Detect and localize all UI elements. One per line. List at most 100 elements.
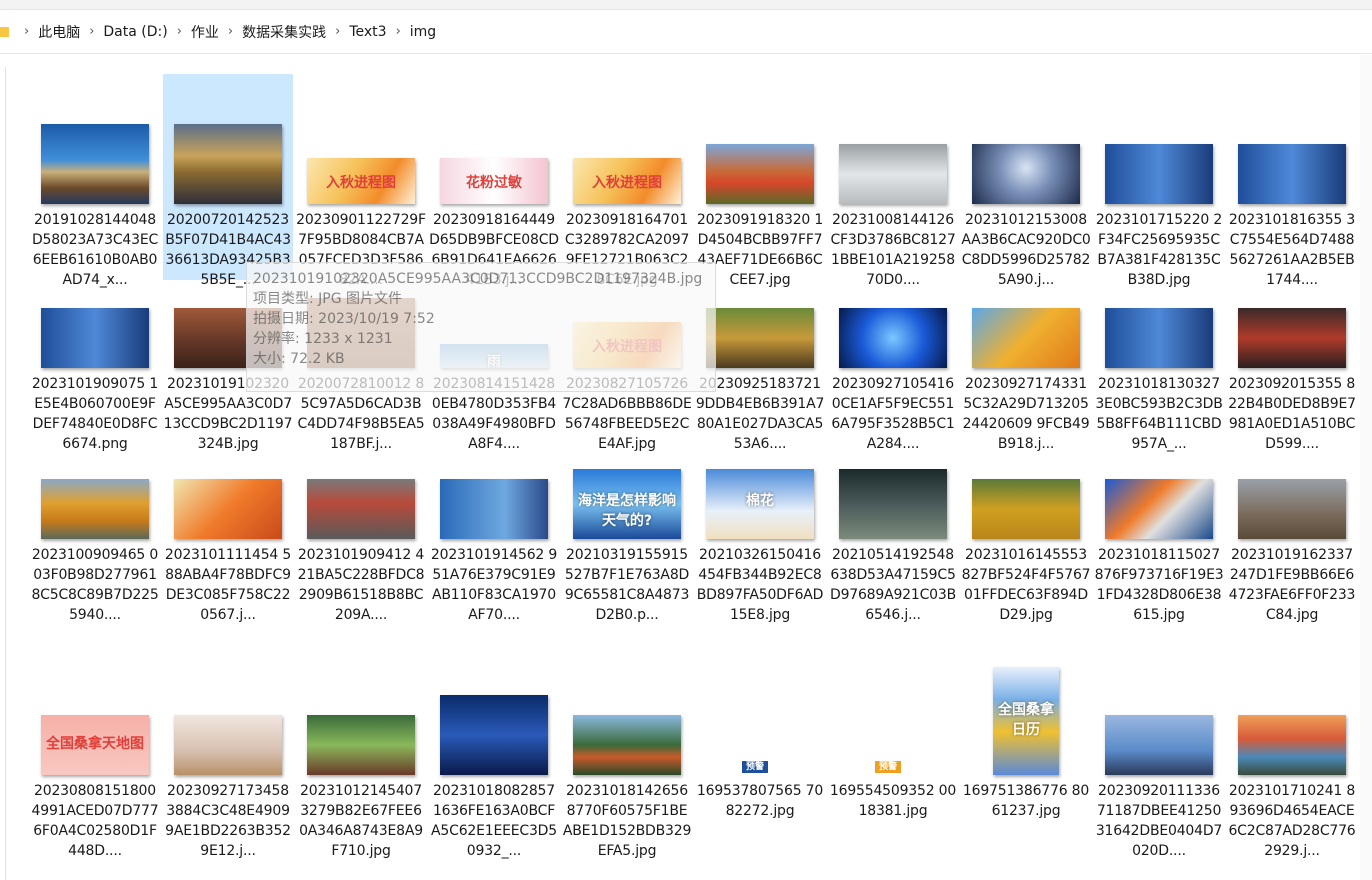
- tooltip-size: 大小: 72.2 KB: [253, 351, 345, 367]
- breadcrumb-separator[interactable]: ›: [89, 24, 94, 39]
- thumbnail-caption: 海洋是怎样影响天气的?: [578, 493, 676, 529]
- file-name-label: 20231012153008AA3B6CAC920DC0C8DD5996D257…: [961, 212, 1091, 288]
- photo-castle-icon: [41, 124, 149, 204]
- file-item[interactable]: 2023101909075 1E5E4B060700E9FDEF74840E0D…: [30, 284, 160, 452]
- file-item[interactable]: 花粉过敏 20230918164449D65DB9BFCE08CD6B91D641…: [429, 74, 559, 288]
- file-name-label: 20231018142656 8770F60575F1BEABE1D152BDB…: [562, 783, 692, 859]
- file-item[interactable]: 20231018142656 8770F60575F1BEABE1D152BDB…: [562, 645, 692, 859]
- file-name-label: 2023101111454 588ABA4F78BDFC9DE3C085F758…: [164, 547, 292, 623]
- file-item[interactable]: 2023092015355 822B4B0DED8B9E7981A0ED1A51…: [1227, 284, 1357, 452]
- file-item[interactable]: 20230920111336 71187DBEE4125031642DBE040…: [1094, 645, 1224, 859]
- poster-autumn-map-icon: 入秋进程图: [307, 158, 415, 204]
- photo-tea-cup-icon: [174, 715, 282, 775]
- thumbnail-caption: 棉花: [746, 493, 774, 509]
- photo-conference-icon: [440, 695, 548, 775]
- file-name-label: 2023100909465 003F0B98D2779618C5C8C89B7D…: [31, 547, 159, 623]
- photo-fog-icon: [839, 144, 947, 204]
- thumbnail-area: [961, 455, 1091, 545]
- thumbnail-area: 入秋进程图: [296, 74, 426, 210]
- photo-weather-studio-icon: [440, 479, 548, 539]
- file-item[interactable]: 全国桑拿日历 169751386776 8061237.jpg: [961, 645, 1091, 851]
- thumbnail-area: [1094, 645, 1224, 781]
- breadcrumb-this-pc[interactable]: 此电脑: [38, 22, 80, 42]
- file-item[interactable]: 20231019162337247D1FE9BB66E64723FAE6FF0F…: [1227, 455, 1357, 623]
- file-item[interactable]: 海洋是怎样影响天气的? 20210319155915527B7F1E763A8D9…: [562, 455, 692, 623]
- thumbnail-area: [30, 284, 160, 374]
- file-item[interactable]: 20200720142523B5F07D41B4AC4336613DA93425…: [163, 74, 293, 288]
- file-item[interactable]: 2023101710241 893696D4654EACE6C2C87AD28C…: [1227, 645, 1357, 859]
- file-item[interactable]: 20231012145407 3279B82E67FEE60A346A8743E…: [296, 645, 426, 859]
- file-item[interactable]: 2023100909465 003F0B98D2779618C5C8C89B7D…: [30, 455, 160, 623]
- file-item[interactable]: 预警 169537807565 7082272.jpg: [695, 645, 825, 851]
- photo-autumn-path-icon: [706, 308, 814, 368]
- file-item[interactable]: 棉花 20210326150416454FB344B92EC8BD897FA50D…: [695, 455, 825, 623]
- file-item[interactable]: 全国桑拿天地图 20230808151800 4991ACED07D7776F0A…: [30, 645, 160, 859]
- photo-vegetables-icon: [307, 715, 415, 775]
- file-name-label: 20191028144048D58023A73C43EC6EEB61610B0A…: [31, 212, 159, 288]
- thumbnail-caption: 全国桑拿日历: [998, 702, 1054, 739]
- file-item[interactable]: 20231016145553827BF524F4F576701FFDEC63F8…: [961, 455, 1091, 623]
- photo-blue-drops-icon: [839, 308, 947, 368]
- file-item[interactable]: 20191028144048D58023A73C43EC6EEB61610B0A…: [30, 74, 160, 288]
- address-bar[interactable]: › 此电脑 › Data (D:) › 作业 › 数据采集实践 › Text3 …: [0, 10, 1372, 54]
- photo-storm-icon: [839, 469, 947, 539]
- file-item[interactable]: 2023101909412 421BA5C228BFDC82909B61518B…: [296, 455, 426, 623]
- file-item[interactable]: 20231018130327 3E0BC593B2C3DB5B8FF64B111…: [1094, 284, 1224, 452]
- file-name-label: 20231016145553827BF524F4F576701FFDEC63F8…: [961, 547, 1091, 623]
- file-name-label: 20230927174331 5C32A29D71320524420609 9F…: [962, 376, 1090, 452]
- file-item[interactable]: 2023101816355 3C7554E564D74885627261AA2B…: [1227, 74, 1357, 288]
- folder-icon: [0, 26, 9, 37]
- file-item[interactable]: 20231018115027876F973716F19E31FD4328D806…: [1094, 455, 1224, 623]
- breadcrumb-separator[interactable]: ›: [396, 24, 401, 39]
- file-item[interactable]: 20231018082857 1636FE163A0BCFA5C62E1EEEC…: [429, 645, 559, 859]
- file-item[interactable]: 入秋进程图 20230901122729F7F95BD8084CB7A057FCE…: [296, 74, 426, 288]
- file-grid-view[interactable]: 20191028144048D58023A73C43EC6EEB61610B0A…: [0, 55, 1372, 880]
- poster-ocean-icon: 海洋是怎样影响天气的?: [573, 469, 681, 539]
- photo-autumn-hills-icon: [706, 144, 814, 204]
- breadcrumb-separator[interactable]: ›: [177, 24, 182, 39]
- file-name-label: 169554509352 0018381.jpg: [829, 783, 957, 819]
- file-item[interactable]: 入秋进程图 20230918164701C3289782CA20979FE1272…: [562, 74, 692, 288]
- file-name-label: 169537807565 7082272.jpg: [696, 783, 824, 819]
- thumbnail-caption: 入秋进程图: [592, 174, 662, 191]
- file-name-label: 20230927173458 3884C3C48E49099AE1BD2263B…: [165, 783, 291, 859]
- thumbnail-area: [1227, 645, 1357, 781]
- thumbnail-area: 花粉过敏: [429, 74, 559, 210]
- photo-street-lamp-icon: [1105, 715, 1213, 775]
- file-info-tooltip: 20231019102320A5CE995AA3C0D713CCD9BC2D11…: [246, 262, 716, 392]
- file-name-label: 20210326150416454FB344B92EC8BD897FA50DF6…: [696, 547, 824, 623]
- poster-autumn-map-icon: 入秋进程图: [573, 158, 681, 204]
- file-item[interactable]: 20230927173458 3884C3C48E49099AE1BD2263B…: [163, 645, 293, 859]
- photo-runner-icon: [1238, 308, 1346, 368]
- breadcrumb-homework[interactable]: 作业: [191, 22, 219, 42]
- file-item[interactable]: 20230927174331 5C32A29D71320524420609 9F…: [961, 284, 1091, 452]
- photo-orange-leaves-icon: [174, 479, 282, 539]
- photo-golden-temple-icon: [174, 124, 282, 204]
- vertical-scrollbar[interactable]: [1360, 55, 1372, 880]
- photo-rice-field-icon: [972, 479, 1080, 539]
- file-item[interactable]: 20231012153008AA3B6CAC920DC0C8DD5996D257…: [961, 74, 1091, 288]
- file-name-label: 2023101909075 1E5E4B060700E9FDEF74840E0D…: [31, 376, 159, 452]
- breadcrumb-data-drive[interactable]: Data (D:): [103, 24, 167, 40]
- breadcrumb-separator[interactable]: ›: [228, 24, 233, 39]
- file-item[interactable]: 20210514192548638D53A47159C5D97689A921C0…: [828, 455, 958, 623]
- thumbnail-area: 全国桑拿日历: [961, 645, 1091, 781]
- breadcrumb-text3[interactable]: Text3: [349, 24, 386, 40]
- file-item[interactable]: 2023101111454 588ABA4F78BDFC9DE3C085F758…: [163, 455, 293, 623]
- file-item[interactable]: 20230927105416 0CE1AF5F9EC5516A795F3528B…: [828, 284, 958, 452]
- warning-badge-blue-icon: 预警: [742, 761, 769, 773]
- file-name-label: 169751386776 8061237.jpg: [962, 783, 1090, 819]
- window-top-strip: [0, 0, 1372, 10]
- breadcrumb-data-collection[interactable]: 数据采集实践: [242, 22, 326, 42]
- file-item[interactable]: 20231008144126CF3D3786BC81271BBE101A2192…: [828, 74, 958, 288]
- thumbnail-area: [429, 645, 559, 781]
- file-name-label: 20230927105416 0CE1AF5F9EC5516A795F3528B…: [831, 376, 955, 452]
- file-item[interactable]: 2023101914562 951A76E379C91E9AB110F83CA1…: [429, 455, 559, 623]
- breadcrumb-img[interactable]: img: [410, 24, 436, 40]
- file-item[interactable]: 2023091918320 1D4504BCBB97FF743AEF71DE66…: [695, 74, 825, 288]
- photo-yellow-leaves-icon: [972, 308, 1080, 368]
- file-item[interactable]: 2023101715220 2F34FC25695935CB7A381F4281…: [1094, 74, 1224, 288]
- photo-aerial-city-icon: [1238, 715, 1346, 775]
- breadcrumb-separator[interactable]: ›: [335, 24, 340, 39]
- file-item[interactable]: 预警 169554509352 0018381.jpg: [828, 645, 958, 851]
